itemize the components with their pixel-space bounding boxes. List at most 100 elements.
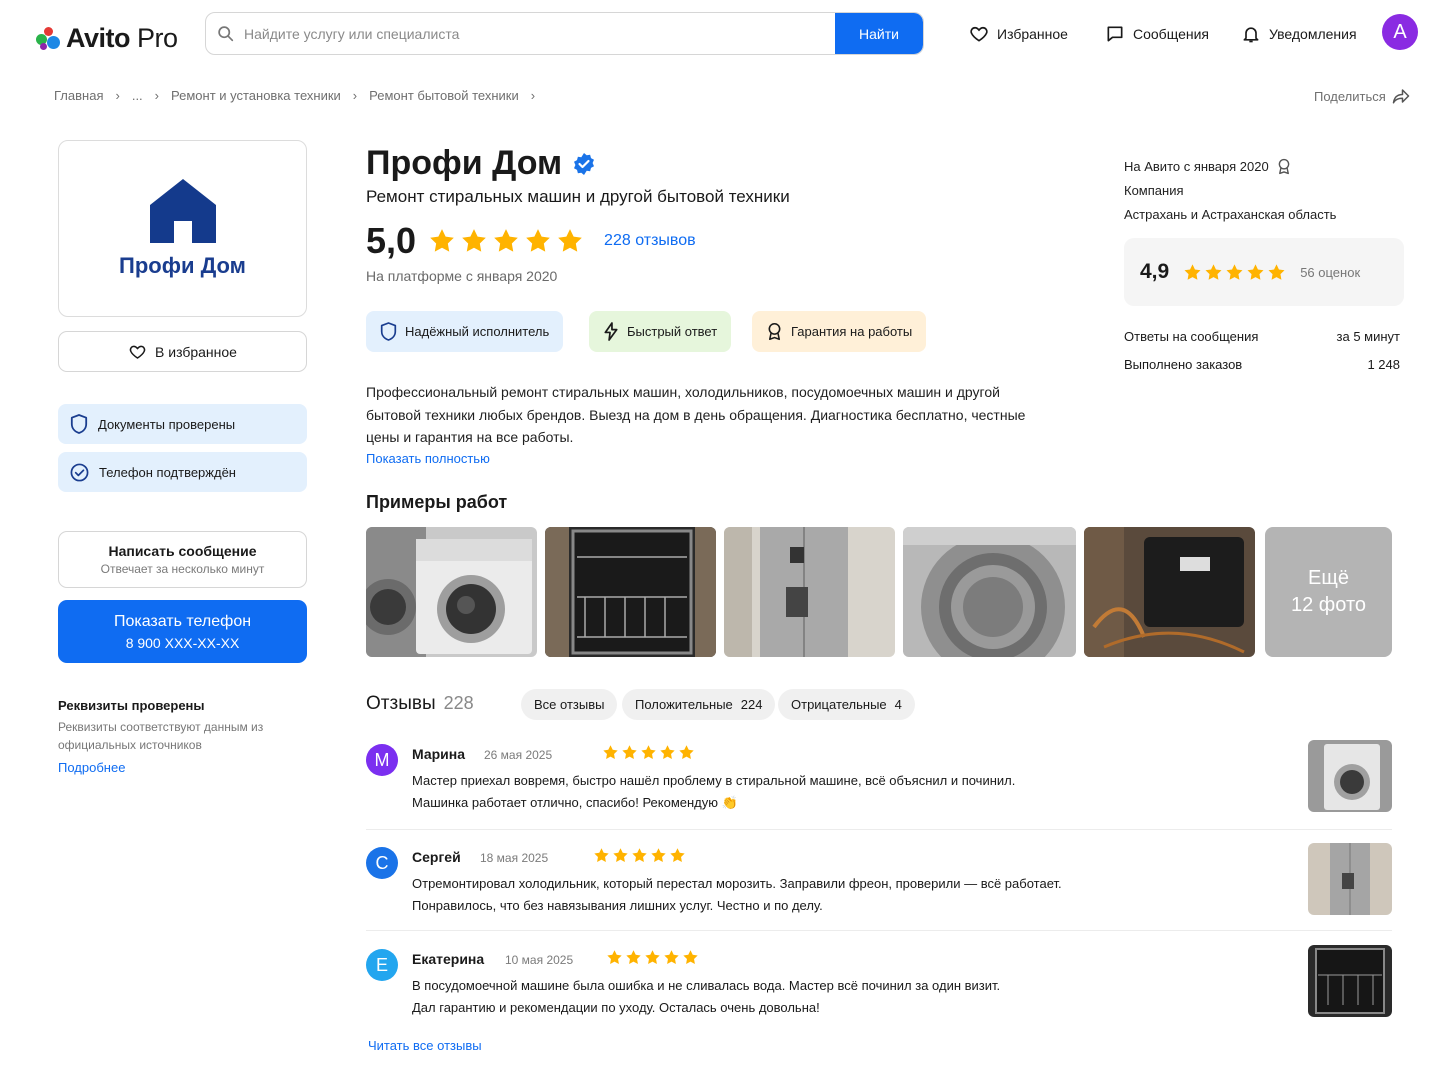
seller-region: Астрахань и Астраханская область (1124, 207, 1337, 222)
filter-all-reviews[interactable]: Все отзывы (521, 689, 618, 720)
company-logo-card: Профи Дом (58, 140, 307, 317)
nav-messages-label: Сообщения (1133, 25, 1209, 42)
nav-notifications-label: Уведомления (1269, 25, 1357, 42)
breadcrumb-item[interactable]: Ремонт и установка техники (171, 88, 341, 103)
reviews-total-count: 228 (443, 693, 474, 713)
filter-label: Отрицательные (791, 697, 887, 712)
review-text: Мастер приехал вовремя, быстро нашёл про… (412, 773, 1016, 810)
heart-icon (129, 345, 146, 359)
platform-since: На платформе с января 2020 (366, 268, 558, 284)
shield-icon (70, 414, 88, 434)
star-icon (670, 848, 685, 862)
badge-fast-reply[interactable]: Быстрый ответ (589, 311, 732, 352)
star-icon (641, 745, 656, 759)
works-title: Примеры работ (366, 492, 508, 512)
search-bar: Найти (205, 12, 924, 55)
company-rating: 5,0 228 отзывов (366, 220, 696, 262)
badge-reliable[interactable]: Надёжный исполнитель (366, 311, 564, 352)
reviewer-avatar: С (366, 847, 398, 879)
stat-orders-done: Выполнено заказов 1 248 (1124, 357, 1400, 372)
company-description: Профессиональный ремонт стиральных машин… (366, 384, 1026, 445)
avito-pro-logo[interactable]: Avito Pro (34, 18, 178, 58)
nav-favorites-label: Избранное (997, 25, 1068, 42)
requisites-more-link[interactable]: Подробнее (58, 760, 125, 775)
company-name: Профи Дом (366, 144, 563, 182)
badge-warranty-label: Гарантия на работы (791, 324, 913, 339)
review-photo[interactable] (1308, 945, 1392, 1017)
reviews-title: Отзывы 228 (366, 693, 474, 715)
review-date: 10 мая 2025 (505, 953, 574, 967)
show-full-link[interactable]: Показать полностью (366, 451, 490, 466)
add-to-favorites-button[interactable]: В избранное (58, 331, 307, 372)
phone-verified-label: Телефон подтверждён (99, 464, 236, 480)
badge-warranty[interactable]: Гарантия на работы (752, 311, 927, 352)
breadcrumb: Главная › ... › Ремонт и установка техники… (54, 88, 536, 103)
show-phone-button[interactable]: Показать телефон 8 900 XXX-XX-XX (58, 600, 307, 663)
star-icon (651, 848, 666, 862)
star-icon (1226, 263, 1243, 280)
review-divider (366, 930, 1392, 931)
star-icon (526, 229, 550, 252)
filter-negative-reviews[interactable]: Отрицательные 4 (778, 689, 915, 720)
add-to-favorites-label: В избранное (155, 343, 237, 360)
work-photo[interactable] (545, 527, 716, 657)
work-photo[interactable] (366, 527, 537, 657)
filter-label: Все отзывы (534, 697, 605, 712)
lightning-icon (604, 322, 618, 341)
star-icon (679, 745, 694, 759)
review-stars (593, 847, 686, 864)
reviewer-avatar: Е (366, 949, 398, 981)
share-icon (1392, 89, 1410, 104)
logo-suffix: Pro (137, 22, 178, 53)
work-photo[interactable] (724, 527, 895, 657)
reviewer-name: Марина (412, 746, 466, 762)
review-stars (606, 949, 699, 966)
review-photo[interactable] (1308, 843, 1392, 915)
star-icon (664, 950, 679, 964)
star-icon (594, 848, 609, 862)
logo-card-name: Профи Дом (119, 252, 246, 278)
review-photo[interactable] (1308, 740, 1392, 812)
badge-reliable-label: Надёжный исполнитель (405, 324, 550, 339)
more-photos-line1: Ещё (1308, 567, 1349, 589)
star-icon (613, 848, 628, 862)
nav-notifications[interactable]: Уведомления (1241, 12, 1357, 55)
review-item: Е Екатерина 10 мая 2025 В посудомоечной … (366, 945, 1392, 1017)
filter-count: 4 (894, 697, 902, 712)
read-all-reviews-link[interactable]: Читать все отзывы (368, 1038, 482, 1053)
star-icon (494, 229, 518, 252)
user-avatar[interactable]: А (1382, 14, 1418, 50)
requisites-text: Реквизиты соответствуют данным из официа… (58, 720, 264, 752)
star-icon (607, 950, 622, 964)
search-button[interactable]: Найти (835, 13, 923, 54)
more-photos-button[interactable]: Ещё 12 фото (1265, 527, 1392, 657)
review-date: 26 мая 2025 (484, 748, 553, 762)
work-photo[interactable] (903, 527, 1076, 657)
breadcrumb-item[interactable]: Главная (54, 88, 103, 103)
reviews-count-link[interactable]: 228 отзывов (604, 232, 696, 250)
heart-icon (970, 26, 988, 42)
nav-messages[interactable]: Сообщения (1105, 12, 1209, 55)
phone-verified: Телефон подтверждён (58, 452, 307, 492)
work-photo[interactable] (1084, 527, 1255, 657)
documents-verified-label: Документы проверены (98, 416, 236, 432)
breadcrumb-item[interactable]: Ремонт бытовой техники (369, 88, 519, 103)
breadcrumb-item[interactable]: ... (132, 88, 143, 103)
share-link[interactable]: Поделиться (1314, 88, 1410, 104)
house-icon (149, 178, 216, 243)
star-icon (1247, 263, 1264, 280)
star-icon (558, 229, 582, 252)
logo-dots-icon (34, 25, 60, 51)
reviewer-avatar: М (366, 744, 398, 776)
nav-favorites[interactable]: Избранное (969, 12, 1068, 55)
search-input[interactable] (244, 13, 835, 54)
filter-count: 224 (740, 697, 763, 712)
seller-type: Компания (1124, 183, 1184, 198)
requisites-title: Реквизиты проверены (58, 698, 205, 713)
filter-positive-reviews[interactable]: Положительные 224 (622, 689, 776, 720)
company-subtitle: Ремонт стиральных машин и другой бытовой… (366, 187, 790, 206)
star-icon (683, 950, 698, 964)
seller-rating-card[interactable]: 4,9 56 оценок (1124, 238, 1404, 306)
star-icon (1205, 263, 1222, 280)
write-message-button[interactable]: Написать сообщение Отвечает за несколько… (58, 531, 307, 588)
